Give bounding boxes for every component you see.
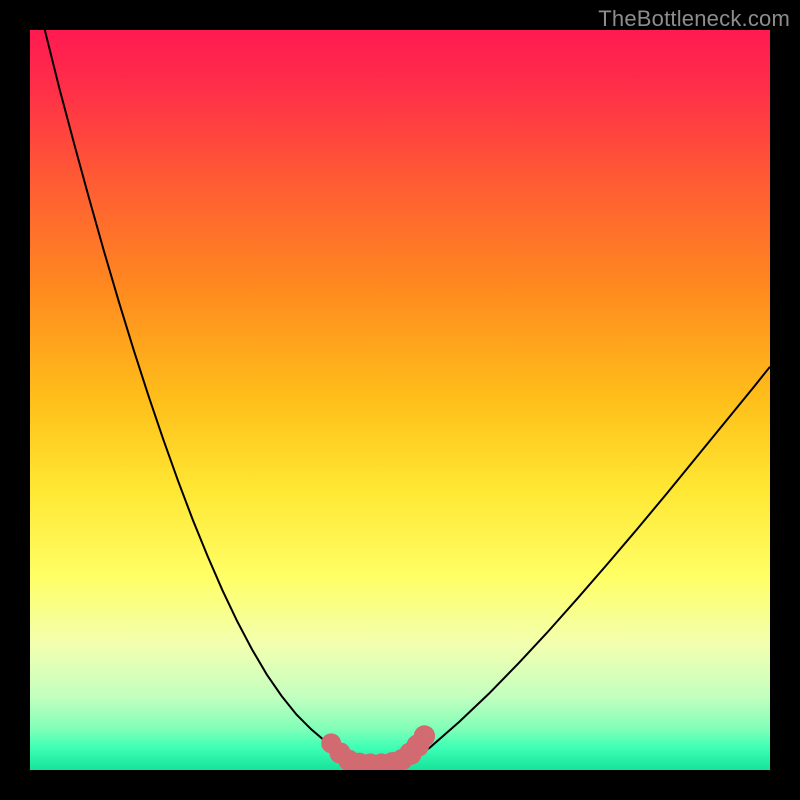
plot-area <box>30 30 770 770</box>
right-curve <box>412 367 770 760</box>
marker-dots <box>321 725 435 770</box>
chart-stage: TheBottleneck.com <box>0 0 800 800</box>
left-curve <box>45 30 347 760</box>
marker-dot <box>414 725 435 746</box>
watermark-text: TheBottleneck.com <box>598 6 790 32</box>
curve-layer <box>30 30 770 770</box>
